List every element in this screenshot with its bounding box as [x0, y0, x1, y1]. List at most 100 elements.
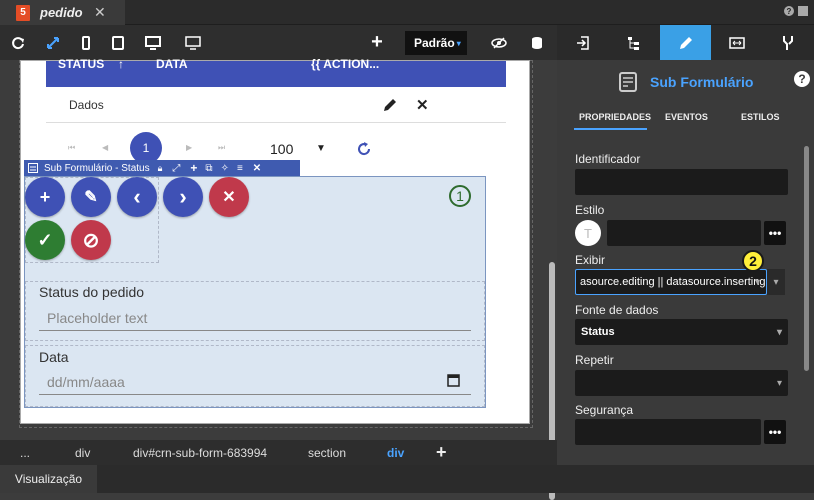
- properties-toolbar: [557, 25, 814, 60]
- preview-tab[interactable]: Visualização: [0, 465, 97, 493]
- lock-icon[interactable]: 🔒︎: [158, 163, 163, 174]
- edit-record-button[interactable]: ✎: [71, 177, 111, 217]
- exibir-dropdown-icon[interactable]: ▾: [767, 269, 785, 295]
- seguranca-label: Segurança: [575, 403, 634, 417]
- annotation-marker-1: 1: [449, 185, 471, 207]
- fonte-select[interactable]: Status: [575, 319, 788, 345]
- close-icon[interactable]: ✕: [253, 163, 261, 174]
- calendar-icon[interactable]: [447, 373, 460, 387]
- identificador-field[interactable]: [575, 169, 788, 195]
- tools-icon[interactable]: [762, 25, 813, 60]
- breadcrumb-add-button[interactable]: +: [436, 440, 447, 465]
- fullscreen-icon[interactable]: [38, 25, 68, 60]
- editor-tab-bar: 5 pedido ✕ ?: [0, 0, 814, 25]
- breadcrumb-item-active[interactable]: div: [387, 440, 404, 465]
- delete-icon[interactable]: ✕: [416, 96, 429, 114]
- breadcrumb-item-div[interactable]: div: [75, 440, 90, 465]
- breadcrumb-item-subform[interactable]: div#crn-sub-form-683994: [133, 440, 267, 465]
- col-data[interactable]: DATA: [156, 57, 188, 71]
- panel-scrollbar[interactable]: [804, 146, 809, 371]
- edit-properties-tab[interactable]: [660, 25, 711, 60]
- fonte-label: Fonte de dados: [575, 303, 659, 317]
- exibir-label: Exibir: [575, 253, 606, 267]
- sub-form[interactable]: + ✎ ‹ › ✕ ✓ ⊘ 1 Status do pedido Placeho…: [24, 176, 486, 408]
- add-icon[interactable]: +: [190, 161, 197, 175]
- annotation-marker-2: 2: [742, 250, 764, 272]
- tab-events[interactable]: EVENTOS: [665, 112, 708, 122]
- save-record-button[interactable]: ✓: [25, 220, 65, 260]
- tablet-icon[interactable]: [103, 25, 133, 60]
- add-button[interactable]: +: [362, 25, 392, 60]
- design-canvas: STATUS ↑ DATA {{ ACTION... Dados ✕ ⏮ ◀ 1…: [0, 57, 557, 500]
- first-page-icon[interactable]: ⏮: [68, 143, 75, 153]
- seguranca-more-button[interactable]: •••: [764, 420, 786, 444]
- copy-icon[interactable]: ⧉: [205, 163, 212, 174]
- canvas-toolbar: + Padrão ▾: [0, 25, 557, 60]
- desktop-icon[interactable]: [138, 25, 168, 60]
- tree-icon[interactable]: [608, 25, 659, 60]
- next-page-icon[interactable]: ▶: [186, 143, 192, 152]
- close-icon[interactable]: ✕: [94, 4, 106, 21]
- panel-title: Sub Formulário: [650, 74, 754, 90]
- page-size-select[interactable]: 100: [270, 141, 293, 157]
- last-page-icon[interactable]: ⏭: [218, 143, 225, 153]
- component-label: Sub Formulário - Status: [44, 162, 150, 174]
- estilo-field[interactable]: [607, 220, 761, 246]
- file-tab-label: pedido: [40, 5, 83, 20]
- edit-icon[interactable]: [382, 97, 398, 113]
- breadcrumb-item-root[interactable]: ...: [20, 440, 30, 465]
- resize-icon[interactable]: [711, 25, 762, 60]
- monitor-icon[interactable]: [178, 25, 208, 60]
- properties-panel: Sub Formulário ? PROPRIEDADES EVENTOS ES…: [557, 60, 814, 465]
- col-status[interactable]: STATUS: [58, 57, 104, 71]
- mobile-icon[interactable]: [71, 25, 101, 60]
- file-tab[interactable]: 5 pedido ✕: [0, 0, 125, 25]
- seguranca-field[interactable]: [575, 419, 761, 445]
- previous-record-button[interactable]: ‹: [117, 177, 157, 217]
- active-tab-indicator: [574, 128, 647, 130]
- estilo-more-button[interactable]: •••: [764, 221, 786, 245]
- row-label: Dados: [69, 98, 104, 112]
- refresh-icon[interactable]: [3, 25, 33, 60]
- database-icon[interactable]: [522, 25, 552, 60]
- status-input[interactable]: Placeholder text: [47, 310, 147, 326]
- status-label: Status do pedido: [39, 284, 145, 300]
- maximize-icon[interactable]: [798, 6, 808, 16]
- visibility-icon[interactable]: [484, 25, 514, 60]
- exibir-field[interactable]: asource.editing || datasource.inserting: [575, 269, 767, 295]
- status-input-underline: [39, 330, 471, 331]
- cancel-record-button[interactable]: ✕: [209, 177, 249, 217]
- breadcrumb: ... div div#crn-sub-form-683994 section …: [0, 440, 557, 465]
- preset-select[interactable]: Padrão ▾: [405, 31, 467, 55]
- tab-styles[interactable]: ESTILOS: [741, 112, 780, 122]
- status-bar: Visualização: [0, 465, 814, 493]
- estilo-label: Estilo: [575, 203, 605, 217]
- repetir-label: Repetir: [575, 353, 614, 367]
- style-badge[interactable]: T: [575, 220, 601, 246]
- tab-properties[interactable]: PROPRIEDADES: [579, 112, 651, 122]
- component-toolbar[interactable]: Sub Formulário - Status 🔒︎ ⤢ + ⧉ ✧ ≡ ✕: [24, 160, 300, 176]
- help-icon[interactable]: ?: [794, 71, 810, 87]
- block-record-button[interactable]: ⊘: [71, 220, 111, 260]
- expand-icon[interactable]: ⤢: [172, 163, 180, 174]
- col-actions[interactable]: {{ ACTION...: [311, 57, 379, 71]
- table-row: Dados ✕: [46, 87, 506, 123]
- breadcrumb-item-section[interactable]: section: [308, 440, 346, 465]
- database-icon[interactable]: ≡: [237, 163, 243, 174]
- sort-icon: ↑: [118, 57, 124, 71]
- prev-page-icon[interactable]: ◀: [102, 143, 108, 152]
- chevron-down-icon: ▾: [456, 38, 461, 48]
- preset-label: Padrão: [414, 36, 455, 50]
- html5-icon: 5: [16, 4, 30, 21]
- magic-icon[interactable]: ✧: [221, 163, 229, 174]
- date-input[interactable]: dd/mm/aaaa: [47, 374, 125, 390]
- refresh-icon[interactable]: [356, 141, 372, 157]
- next-record-button[interactable]: ›: [163, 177, 203, 217]
- add-record-button[interactable]: +: [25, 177, 65, 217]
- window-icons: ?: [784, 6, 808, 16]
- help-icon[interactable]: ?: [784, 6, 794, 16]
- import-icon[interactable]: [557, 25, 608, 60]
- repetir-select[interactable]: [575, 370, 788, 396]
- chevron-down-icon[interactable]: ▼: [316, 143, 326, 154]
- grid-header: STATUS ↑ DATA {{ ACTION...: [46, 57, 506, 87]
